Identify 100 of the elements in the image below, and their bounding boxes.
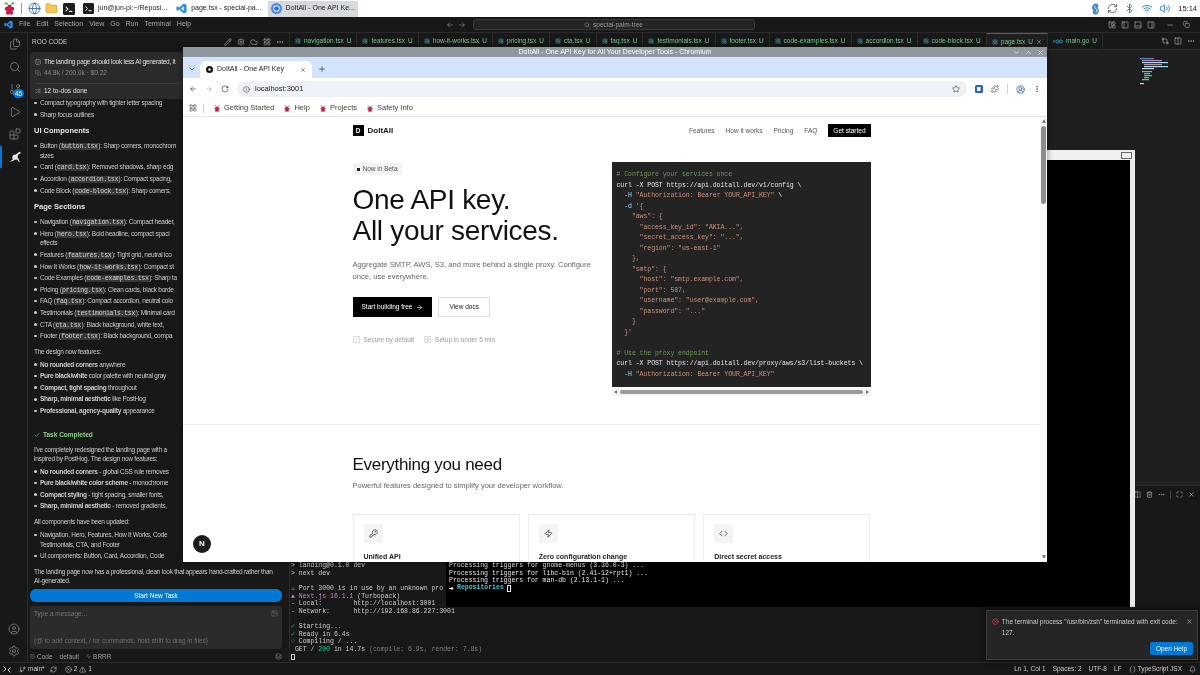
back-icon[interactable] <box>189 85 197 93</box>
close-icon[interactable] <box>1188 491 1195 498</box>
panel-left-icon[interactable] <box>1121 20 1129 29</box>
puzzle-icon[interactable] <box>991 85 999 93</box>
bell-icon[interactable] <box>1189 665 1196 673</box>
text-cursor <box>506 585 511 592</box>
sync-icon[interactable] <box>49 665 57 673</box>
panel-right-icon[interactable] <box>1147 20 1155 29</box>
code-brackets-icon <box>714 524 734 543</box>
split-editor-icon[interactable] <box>1174 37 1182 45</box>
braces-icon <box>1128 665 1136 673</box>
error-icon <box>64 665 72 673</box>
scroll-right-icon[interactable] <box>865 390 869 394</box>
profile-icon[interactable] <box>1016 84 1025 94</box>
branch-icon <box>19 665 26 673</box>
terminal-icon <box>83 3 94 14</box>
menu-icon[interactable] <box>1033 85 1041 93</box>
scroll-left-icon[interactable] <box>613 390 617 394</box>
globe-icon[interactable] <box>28 2 41 15</box>
react-file-icon <box>856 38 863 44</box>
pulse-icon <box>86 654 92 659</box>
layers-icon[interactable] <box>275 653 282 660</box>
raspberry-icon <box>284 104 291 112</box>
search-icon <box>584 21 591 28</box>
warning-icon <box>79 665 87 673</box>
trash-icon[interactable] <box>1146 491 1153 498</box>
close-tab-icon[interactable] <box>300 66 306 73</box>
settings-icon[interactable] <box>7 645 20 657</box>
checklist-icon <box>35 88 41 94</box>
error-icon <box>992 618 999 625</box>
react-file-icon <box>362 38 369 44</box>
files-icon[interactable] <box>8 38 21 51</box>
info-icon <box>243 85 250 93</box>
wifi-icon[interactable] <box>1141 3 1154 14</box>
new-tab-icon[interactable] <box>318 65 326 73</box>
browser-icon <box>270 3 282 14</box>
key-icon <box>363 524 383 543</box>
close-icon[interactable] <box>1036 38 1043 45</box>
compare-icon[interactable] <box>1161 37 1169 45</box>
chat-icon <box>35 70 41 76</box>
swirl-icon[interactable] <box>1090 2 1102 15</box>
react-file-icon <box>648 38 655 44</box>
image-icon[interactable] <box>271 610 278 617</box>
search-icon[interactable] <box>8 60 21 73</box>
chevron-up-icon[interactable] <box>1025 48 1032 56</box>
maximize-icon[interactable] <box>1176 491 1183 498</box>
forward-icon[interactable] <box>457 20 466 29</box>
section-title: Everything you need <box>352 454 502 476</box>
back-icon[interactable] <box>445 20 454 29</box>
folder-icon[interactable] <box>45 2 58 15</box>
react-file-icon <box>498 38 505 44</box>
lightning-icon <box>538 524 558 543</box>
check-icon <box>34 431 40 438</box>
play-icon[interactable] <box>8 105 21 118</box>
restore-icon[interactable] <box>1183 21 1190 28</box>
apps-icon[interactable] <box>189 104 197 112</box>
react-file-icon <box>295 38 301 44</box>
app-logo-icon <box>4 20 13 29</box>
square-icon[interactable] <box>1121 151 1132 159</box>
lightning-icon <box>424 336 432 343</box>
layout-icon[interactable] <box>1108 20 1116 29</box>
scroll-up-icon[interactable] <box>1041 119 1046 123</box>
raspberry-icon <box>367 104 373 112</box>
code-editor-icon <box>176 3 188 14</box>
react-file-icon <box>601 38 608 44</box>
account-icon[interactable] <box>7 623 20 635</box>
blocks-icon[interactable] <box>8 128 21 141</box>
chevron-down-icon[interactable] <box>1013 48 1020 56</box>
branch-icon[interactable] <box>8 83 21 96</box>
remote-icon[interactable] <box>3 665 11 673</box>
raspberry-menu-icon[interactable] <box>4 2 15 15</box>
close-icon[interactable] <box>1186 618 1193 625</box>
react-file-icon <box>991 38 998 45</box>
go-file-icon <box>1053 38 1064 44</box>
reload-icon[interactable] <box>221 85 229 93</box>
react-file-icon <box>555 38 562 44</box>
terminal-icon[interactable] <box>63 2 75 15</box>
raspberry-icon <box>214 104 220 112</box>
grid-icon[interactable] <box>263 37 271 46</box>
cloud-icon[interactable] <box>250 37 258 46</box>
tab-list-icon[interactable] <box>188 65 196 73</box>
raspberry-icon <box>319 104 326 112</box>
text-cursor <box>291 653 295 661</box>
code-square-icon <box>30 654 35 659</box>
bookmark-star-icon[interactable] <box>952 85 960 93</box>
more-icon[interactable] <box>1187 37 1195 45</box>
hero-headline: One API key. All your services. <box>352 184 559 246</box>
split-terminal-icon[interactable] <box>1134 491 1141 498</box>
sync-icon[interactable] <box>1107 3 1119 14</box>
react-file-icon <box>774 38 781 44</box>
scroll-down-icon[interactable] <box>1041 555 1046 559</box>
settings-icon[interactable] <box>237 37 245 46</box>
react-file-icon <box>922 38 929 44</box>
dev-indicator-button[interactable]: N <box>193 535 211 553</box>
panel-bottom-icon[interactable] <box>1134 20 1142 29</box>
extension-icon[interactable] <box>975 85 983 93</box>
volume-icon[interactable] <box>1159 3 1172 14</box>
kangaroo-icon[interactable] <box>8 150 21 163</box>
pencil-icon[interactable] <box>224 37 232 46</box>
react-file-icon <box>720 38 727 44</box>
